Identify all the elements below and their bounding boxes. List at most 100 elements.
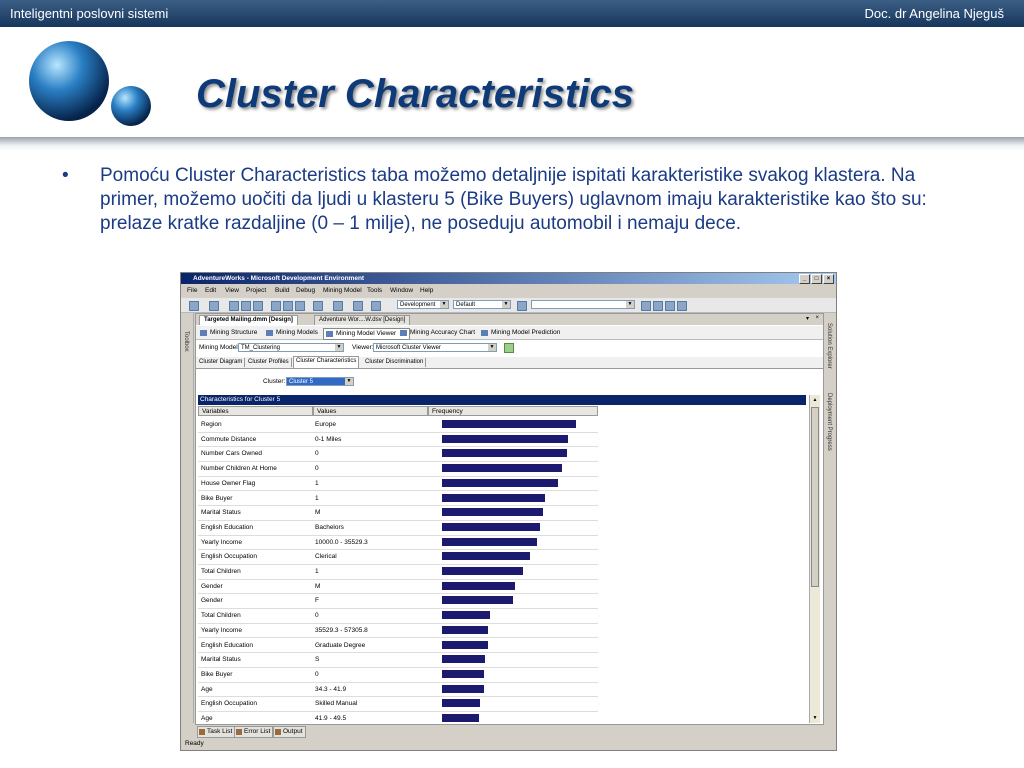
cell-variable: Total Children (201, 568, 241, 575)
minimize-icon[interactable]: _ (799, 274, 810, 284)
tab-cluster-profiles[interactable]: Cluster Profiles (246, 358, 292, 367)
frequency-bar (442, 625, 489, 634)
find-combo[interactable]: ▼ (531, 300, 635, 309)
scroll-up-icon[interactable]: ▲ (810, 395, 820, 405)
menu-mining-model[interactable]: Mining Model (323, 287, 362, 294)
menu-build[interactable]: Build (275, 287, 289, 294)
table-row[interactable]: Age 34.3 - 41.9 (198, 682, 598, 698)
table-row[interactable]: Commute Distance 0-1 Miles (198, 432, 598, 448)
toolbox-icon[interactable] (665, 301, 675, 311)
maximize-icon[interactable]: □ (811, 274, 822, 284)
tab-mining-model-viewer[interactable]: Mining Model Viewer (323, 328, 410, 340)
menu-view[interactable]: View (225, 287, 239, 294)
navigate-icon[interactable] (353, 301, 363, 311)
copy-icon[interactable] (283, 301, 293, 311)
window-title: AdventureWorks - Microsoft Development E… (193, 275, 365, 282)
frequency-bar (442, 493, 545, 502)
window-position-icon[interactable]: ▾ (806, 315, 809, 322)
table-row[interactable]: English Education Bachelors (198, 520, 598, 536)
cell-variable: Number Cars Owned (201, 450, 263, 458)
menu-debug[interactable]: Debug (296, 287, 315, 294)
tab-output[interactable]: Output (273, 726, 306, 738)
tab-mining-structure[interactable]: Mining Structure (198, 328, 257, 338)
cut-icon[interactable] (271, 301, 281, 311)
table-row[interactable]: English Occupation Skilled Manual (198, 696, 598, 712)
viewer-dropdown[interactable]: Microsoft Cluster Viewer ▼ (373, 343, 497, 352)
table-row[interactable]: Marital Status S (198, 652, 598, 668)
start-icon[interactable] (371, 301, 381, 311)
paste-icon[interactable] (295, 301, 305, 311)
table-row[interactable]: Bike Buyer 0 (198, 667, 598, 683)
column-header-variables[interactable]: Variables (198, 406, 313, 416)
scroll-thumb[interactable] (811, 407, 819, 587)
properties-icon[interactable] (653, 301, 663, 311)
menu-tools[interactable]: Tools (367, 287, 382, 294)
table-row[interactable]: Number Children At Home 0 (198, 461, 598, 477)
save-icon[interactable] (241, 301, 251, 311)
cell-value: M (315, 509, 321, 517)
redo-icon[interactable] (333, 301, 343, 311)
close-icon[interactable]: × (823, 274, 834, 284)
menu-window[interactable]: Window (390, 287, 413, 294)
menu-project[interactable]: Project (246, 287, 266, 294)
tab-cluster-characteristics[interactable]: Cluster Characteristics (293, 356, 360, 368)
cluster-dropdown[interactable]: Cluster 5 ▼ (286, 377, 354, 386)
tab-task-list[interactable]: Task List (197, 726, 236, 738)
toolbox-strip[interactable]: Toolbox (181, 313, 194, 723)
menu-file[interactable]: File (187, 287, 197, 294)
scroll-down-icon[interactable]: ▼ (810, 713, 820, 723)
table-row[interactable]: Gender M (198, 579, 598, 595)
cell-value: Clerical (315, 553, 337, 561)
menu-help[interactable]: Help (420, 287, 433, 294)
tab-mining-accuracy-chart[interactable]: Mining Accuracy Chart (398, 328, 475, 338)
structure-icon (200, 330, 207, 336)
tab-cluster-diagram[interactable]: Cluster Diagram (197, 358, 246, 367)
solution-explorer-icon[interactable] (641, 301, 651, 311)
table-row[interactable]: Gender F (198, 593, 598, 610)
cell-value: 1 (315, 494, 319, 502)
tab-mining-model-prediction[interactable]: Mining Model Prediction (479, 328, 560, 338)
refresh-icon[interactable] (504, 343, 514, 353)
table-row[interactable]: Region Europe (198, 417, 598, 433)
undo-icon[interactable] (313, 301, 323, 311)
table-row[interactable]: Bike Buyer 1 (198, 491, 598, 507)
table-row[interactable]: Marital Status M (198, 505, 598, 521)
configuration-dropdown[interactable]: Development ▼ (397, 300, 449, 309)
new-project-icon[interactable] (189, 301, 199, 311)
platform-dropdown[interactable]: Default ▼ (453, 300, 511, 309)
viewer-label: Viewer: (352, 344, 374, 351)
table-row[interactable]: House Owner Flag 1 (198, 476, 598, 492)
table-row[interactable]: Total Children 1 (198, 564, 598, 580)
cell-value: 34.3 - 41.9 (315, 685, 347, 693)
tab-error-list[interactable]: Error List (234, 726, 274, 738)
add-item-icon[interactable] (209, 301, 219, 311)
save-all-icon[interactable] (253, 301, 263, 311)
table-row[interactable]: Age 41.9 - 49.5 (198, 711, 598, 722)
table-row[interactable]: Yearly Income 35529.3 - 57305.8 (198, 623, 598, 639)
cell-value: Europe (315, 421, 336, 428)
menu-edit[interactable]: Edit (205, 287, 216, 294)
table-row[interactable]: Yearly Income 10000.0 - 35529.3 (198, 535, 598, 551)
deployment-progress-label[interactable]: Deployment Progress (826, 393, 832, 451)
tab-targeted-mailing[interactable]: Targeted Mailing.dmm [Design] (199, 315, 298, 325)
column-header-frequency[interactable]: Frequency (428, 406, 598, 416)
tab-mining-models[interactable]: Mining Models (264, 328, 318, 338)
table-row[interactable]: Number Cars Owned 0 (198, 446, 598, 463)
more-tools-icon[interactable] (677, 301, 687, 311)
cell-variable: House Owner Flag (201, 479, 256, 487)
chevron-down-icon: ▼ (345, 378, 353, 385)
tab-cluster-discrimination[interactable]: Cluster Discrimination (363, 358, 427, 367)
column-header-values[interactable]: Values (313, 406, 428, 416)
solution-explorer-label[interactable]: Solution Explorer (826, 323, 832, 369)
find-icon[interactable] (517, 301, 527, 311)
course-name: Inteligentni poslovni sistemi (10, 6, 169, 21)
open-icon[interactable] (229, 301, 239, 311)
close-document-icon[interactable]: × (815, 315, 819, 321)
grid-scrollbar[interactable]: ▲ ▼ (809, 395, 820, 723)
tab-adventure-dsv[interactable]: Adventure Wor....W.dsv [Design] (314, 315, 411, 325)
table-row[interactable]: Total Children 0 (198, 608, 598, 624)
pick-icon (266, 330, 273, 336)
table-row[interactable]: English Education Graduate Degree (198, 638, 598, 654)
table-row[interactable]: English Occupation Clerical (198, 549, 598, 565)
mining-model-dropdown[interactable]: TM_Clustering ▼ (238, 343, 344, 352)
